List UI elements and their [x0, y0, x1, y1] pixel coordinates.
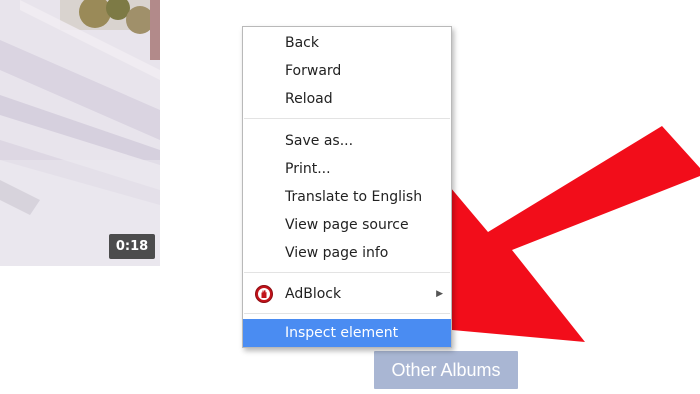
video-thumbnail[interactable]: 0:18 — [0, 0, 160, 266]
menu-item-back[interactable]: Back — [243, 29, 451, 57]
menu-item-view-page-source[interactable]: View page source — [243, 211, 451, 239]
adblock-icon — [255, 285, 273, 303]
menu-item-label: Translate to English — [285, 189, 423, 205]
menu-separator — [244, 118, 450, 119]
menu-item-print[interactable]: Print... — [243, 155, 451, 183]
menu-item-label: Back — [285, 35, 319, 51]
submenu-arrow-icon: ▶ — [436, 289, 443, 299]
menu-item-label: View page info — [285, 245, 389, 261]
menu-item-label: Print... — [285, 161, 331, 177]
menu-item-reload[interactable]: Reload — [243, 85, 451, 113]
menu-item-save-as[interactable]: Save as... — [243, 127, 451, 155]
menu-item-translate[interactable]: Translate to English — [243, 183, 451, 211]
menu-item-view-page-info[interactable]: View page info — [243, 239, 451, 267]
menu-item-label: Inspect element — [285, 325, 399, 341]
menu-separator — [244, 272, 450, 273]
video-frame-image — [0, 0, 160, 266]
menu-item-forward[interactable]: Forward — [243, 57, 451, 85]
menu-separator — [244, 313, 450, 314]
menu-item-inspect-element[interactable]: Inspect element — [243, 319, 451, 347]
screenshot-stage: 0:18 Other Albums Back Forward Reload Sa… — [0, 0, 700, 394]
menu-item-label: Save as... — [285, 133, 354, 149]
video-duration-badge: 0:18 — [109, 234, 155, 259]
other-albums-button[interactable]: Other Albums — [374, 351, 518, 389]
menu-item-adblock[interactable]: AdBlock ▶ — [243, 280, 451, 308]
menu-item-label: View page source — [285, 217, 409, 233]
menu-item-label: Forward — [285, 63, 342, 79]
menu-item-label: Reload — [285, 91, 333, 107]
menu-item-label: AdBlock — [285, 286, 342, 302]
context-menu: Back Forward Reload Save as... Print... … — [242, 26, 452, 348]
